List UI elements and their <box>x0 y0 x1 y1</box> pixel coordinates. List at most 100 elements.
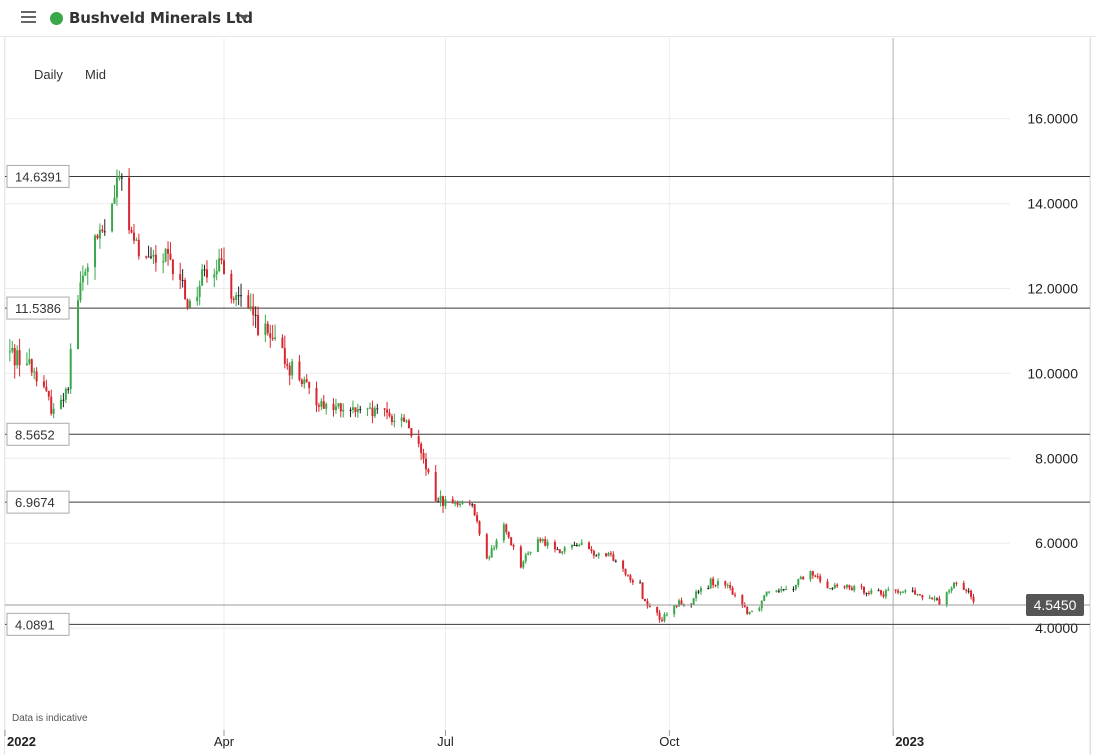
y-tick-label: 12.0000 <box>1027 280 1078 296</box>
candle-body <box>356 409 359 413</box>
candle-body <box>400 417 403 421</box>
candle-body <box>13 347 16 366</box>
candle-body <box>427 469 430 473</box>
candle-body <box>575 545 578 547</box>
candle-body <box>215 271 218 275</box>
price-type-selector[interactable]: Mid <box>85 67 106 82</box>
candle-body <box>495 540 498 548</box>
candle-body <box>64 388 67 400</box>
candle-body <box>578 544 581 546</box>
candle-body <box>656 606 659 613</box>
candle-body <box>938 598 941 605</box>
candle-body <box>135 239 138 241</box>
candle-body <box>901 591 904 593</box>
candle-body <box>154 254 157 263</box>
candle-body <box>130 230 133 233</box>
candle-body <box>332 403 335 411</box>
data-indicative-note: Data is indicative <box>12 713 88 724</box>
candle-body <box>831 588 834 590</box>
candle-body <box>931 597 934 599</box>
candle-body <box>641 582 644 599</box>
candle-body <box>639 582 642 584</box>
candle-body <box>81 275 84 283</box>
candle-body <box>546 542 549 546</box>
candle-body <box>325 403 328 409</box>
candle-body <box>181 279 184 281</box>
candle-body <box>541 539 544 542</box>
interval-selector[interactable]: Daily <box>34 67 63 82</box>
candle-body <box>726 585 729 587</box>
candle-body <box>921 595 924 598</box>
candle-body <box>69 349 72 389</box>
price-chart[interactable]: 16.0000 14.0000 12.0000 10.0000 8.0000 6.0000… <box>0 0 1096 756</box>
candle-body <box>950 587 953 591</box>
candle-body <box>342 409 345 412</box>
candle-body <box>303 379 306 385</box>
candle-body <box>699 588 702 592</box>
candle-body <box>269 333 272 338</box>
candle-body <box>422 453 425 459</box>
candle-body <box>695 591 698 599</box>
candle-body <box>845 584 848 588</box>
candle-body <box>799 576 802 579</box>
candle-body <box>376 408 379 410</box>
candle-body <box>198 285 201 297</box>
candle-body <box>865 592 868 594</box>
level-label: 8.5652 <box>15 427 55 442</box>
level-label: 6.9674 <box>15 495 55 510</box>
candle-body <box>794 584 797 590</box>
candle-body <box>510 537 513 546</box>
candle-body <box>953 582 956 588</box>
candle-body <box>751 610 754 612</box>
candle-body <box>28 359 31 364</box>
candle-body <box>230 273 233 299</box>
candle-body <box>887 589 890 591</box>
candle-body <box>390 416 393 423</box>
candle-body <box>967 590 970 592</box>
candle-body <box>205 269 208 278</box>
level-label: 4.0891 <box>15 617 55 632</box>
candle-body <box>553 542 556 550</box>
y-tick-label: 16.0000 <box>1027 111 1078 127</box>
candle-body <box>882 594 885 597</box>
candle-body <box>47 390 50 397</box>
candle-body <box>707 588 710 590</box>
candle-body <box>86 267 89 272</box>
candle-body <box>544 539 547 546</box>
candle-body <box>558 549 561 554</box>
last-price-label: 4.5450 <box>1034 597 1077 613</box>
candle-body <box>254 314 257 316</box>
candle-body <box>25 363 28 366</box>
candle-body <box>678 600 681 607</box>
candle-body <box>169 253 172 260</box>
y-tick-label: 8.0000 <box>1035 450 1078 466</box>
candle-body <box>826 581 829 589</box>
candle-body <box>782 589 785 591</box>
candle-body <box>478 521 481 535</box>
candle-body <box>780 589 783 591</box>
candle-body <box>18 350 21 366</box>
candle-body <box>33 371 36 373</box>
candle-body <box>524 554 527 562</box>
candle-body <box>884 590 887 597</box>
y-tick-label: 14.0000 <box>1027 196 1078 212</box>
candle-body <box>67 388 70 390</box>
candle-body <box>607 553 610 557</box>
candle-body <box>880 590 883 595</box>
candle-body <box>493 547 496 549</box>
candle-body <box>741 595 744 605</box>
candle-body <box>746 606 749 614</box>
candle-body <box>502 524 505 541</box>
candle-body <box>731 587 734 595</box>
candle-body <box>899 591 902 593</box>
candle-body <box>52 408 55 414</box>
candle-body <box>775 590 778 592</box>
candle-body <box>862 586 865 593</box>
candle-body <box>420 443 423 454</box>
level-label: 11.5386 <box>15 301 61 316</box>
x-tick-label: 2022 <box>7 734 36 749</box>
candle-body <box>948 590 951 593</box>
candle-body <box>237 295 240 297</box>
candle-body <box>473 504 476 516</box>
candle-body <box>485 534 488 559</box>
